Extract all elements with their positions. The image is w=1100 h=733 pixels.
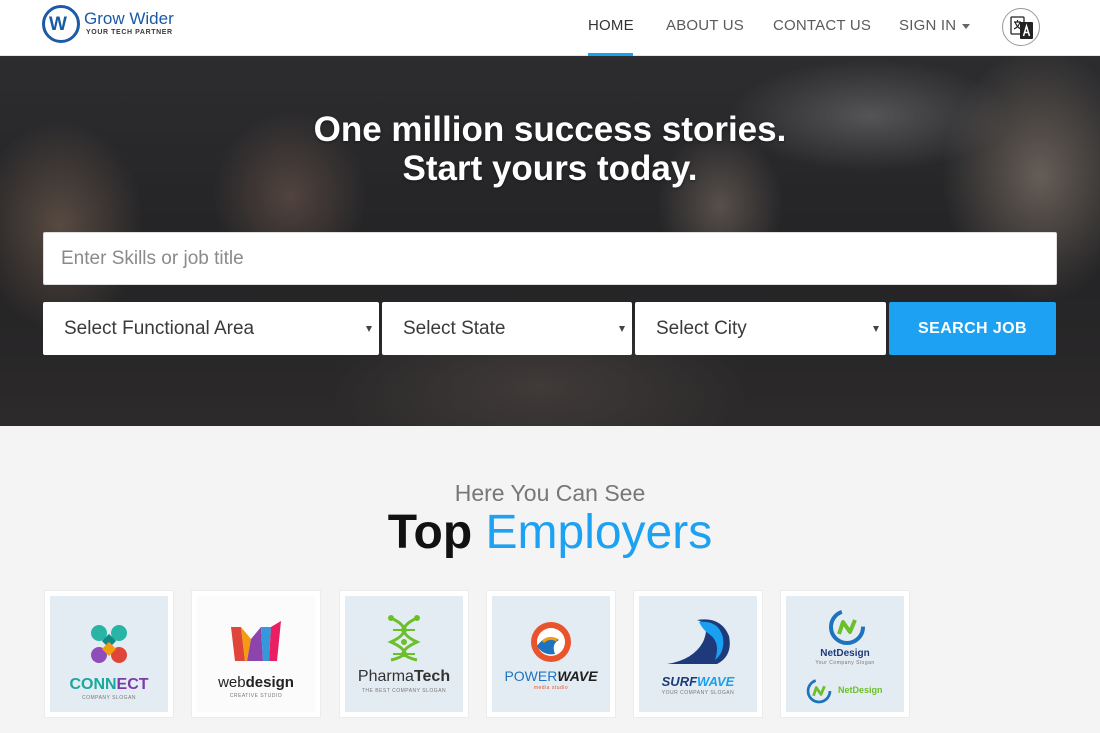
state-value: Select State (403, 318, 506, 339)
netdesign-secondary-name: NetDesign (838, 685, 883, 695)
skills-search-input[interactable] (43, 232, 1057, 285)
powerwave-logo-icon (531, 622, 571, 662)
employer-logo-netdesign: NetDesign Your Company Slogan NetDesign (786, 596, 904, 712)
brand-logo[interactable]: W Grow Wider YOUR TECH PARTNER (42, 4, 182, 44)
select-arrow-icon (366, 326, 372, 332)
nav-contact-link[interactable]: CONTACT US (773, 17, 871, 34)
employer-card-webdesign[interactable]: webdesign CREATIVE STUDIO (191, 590, 321, 718)
hero-banner: One million success stories. Start yours… (0, 56, 1100, 426)
employer-card-connect[interactable]: CONNECT COMPANY SLOGAN (44, 590, 174, 718)
employer-card-netdesign[interactable]: NetDesign Your Company Slogan NetDesign (780, 590, 910, 718)
nav-home-link[interactable]: HOME (588, 17, 634, 34)
nav-about-link[interactable]: ABOUT US (666, 17, 744, 34)
select-arrow-icon (619, 326, 625, 332)
language-translate-button[interactable] (1002, 8, 1040, 46)
brand-tagline: YOUR TECH PARTNER (86, 29, 173, 36)
webdesign-slogan: CREATIVE STUDIO (229, 693, 283, 699)
connect-logo-icon (91, 625, 127, 663)
select-arrow-icon (873, 326, 879, 332)
employer-logo-connect: CONNECT COMPANY SLOGAN (50, 596, 168, 712)
employer-logo-powerwave: POWERWAVE media studio (492, 596, 610, 712)
hero-title-line-1: One million success stories. (313, 110, 787, 149)
functional-area-value: Select Functional Area (64, 318, 255, 339)
surfwave-logo-icon (667, 619, 730, 664)
employers-subtitle: Here You Can See (454, 480, 646, 506)
pharmatech-name: PharmaTech (357, 668, 451, 685)
pharmatech-slogan: THE BEST COMPANY SLOGAN (361, 688, 447, 694)
translate-icon (1010, 16, 1033, 39)
employers-title: Top Employers (0, 505, 1100, 561)
employer-card-pharmatech[interactable]: PharmaTech THE BEST COMPANY SLOGAN (339, 590, 469, 718)
nav-signin-label: SIGN IN (899, 17, 957, 34)
netdesign-logo-icon (829, 609, 865, 645)
webdesign-logo-icon (231, 621, 281, 661)
employer-logo-surfwave: SURFWAVE YOUR COMPANY SLOGAN (639, 596, 757, 712)
employer-card-surfwave[interactable]: SURFWAVE YOUR COMPANY SLOGAN (633, 590, 763, 718)
powerwave-slogan: media studio (533, 685, 569, 691)
search-job-button[interactable]: SEARCH JOB (889, 302, 1056, 355)
employer-card-powerwave[interactable]: POWERWAVE media studio (486, 590, 616, 718)
netdesign-name: NetDesign (820, 648, 870, 659)
connect-slogan: COMPANY SLOGAN (81, 695, 137, 701)
nav-signin-dropdown[interactable]: SIGN IN (899, 17, 971, 34)
surfwave-slogan: YOUR COMPANY SLOGAN (661, 690, 735, 696)
employer-logo-pharmatech: PharmaTech THE BEST COMPANY SLOGAN (345, 596, 463, 712)
employers-title-top: Top (387, 506, 473, 559)
netdesign-small-logo-icon (806, 678, 832, 704)
employers-title-employers: Employers (485, 506, 713, 559)
netdesign-slogan: Your Company Slogan (815, 660, 875, 666)
state-select[interactable]: Select State (382, 302, 632, 355)
logo-mark-icon: W (42, 5, 80, 43)
hero-title: One million success stories. Start yours… (0, 110, 1100, 188)
chevron-down-icon (962, 23, 971, 29)
connect-name: CONNECT (69, 676, 149, 693)
city-value: Select City (656, 318, 747, 339)
top-navbar: W Grow Wider YOUR TECH PARTNER HOME ABOU… (0, 0, 1100, 56)
functional-area-select[interactable]: Select Functional Area (43, 302, 379, 355)
employer-logo-webdesign: webdesign CREATIVE STUDIO (197, 596, 315, 712)
surfwave-name: SURFWAVE (661, 674, 735, 689)
city-select[interactable]: Select City (635, 302, 886, 355)
hero-title-line-2: Start yours today. (402, 149, 698, 188)
powerwave-name: POWERWAVE (504, 668, 598, 684)
pharmatech-logo-icon (387, 615, 421, 662)
brand-name: Grow Wider (84, 9, 174, 28)
webdesign-name: webdesign (218, 674, 294, 691)
